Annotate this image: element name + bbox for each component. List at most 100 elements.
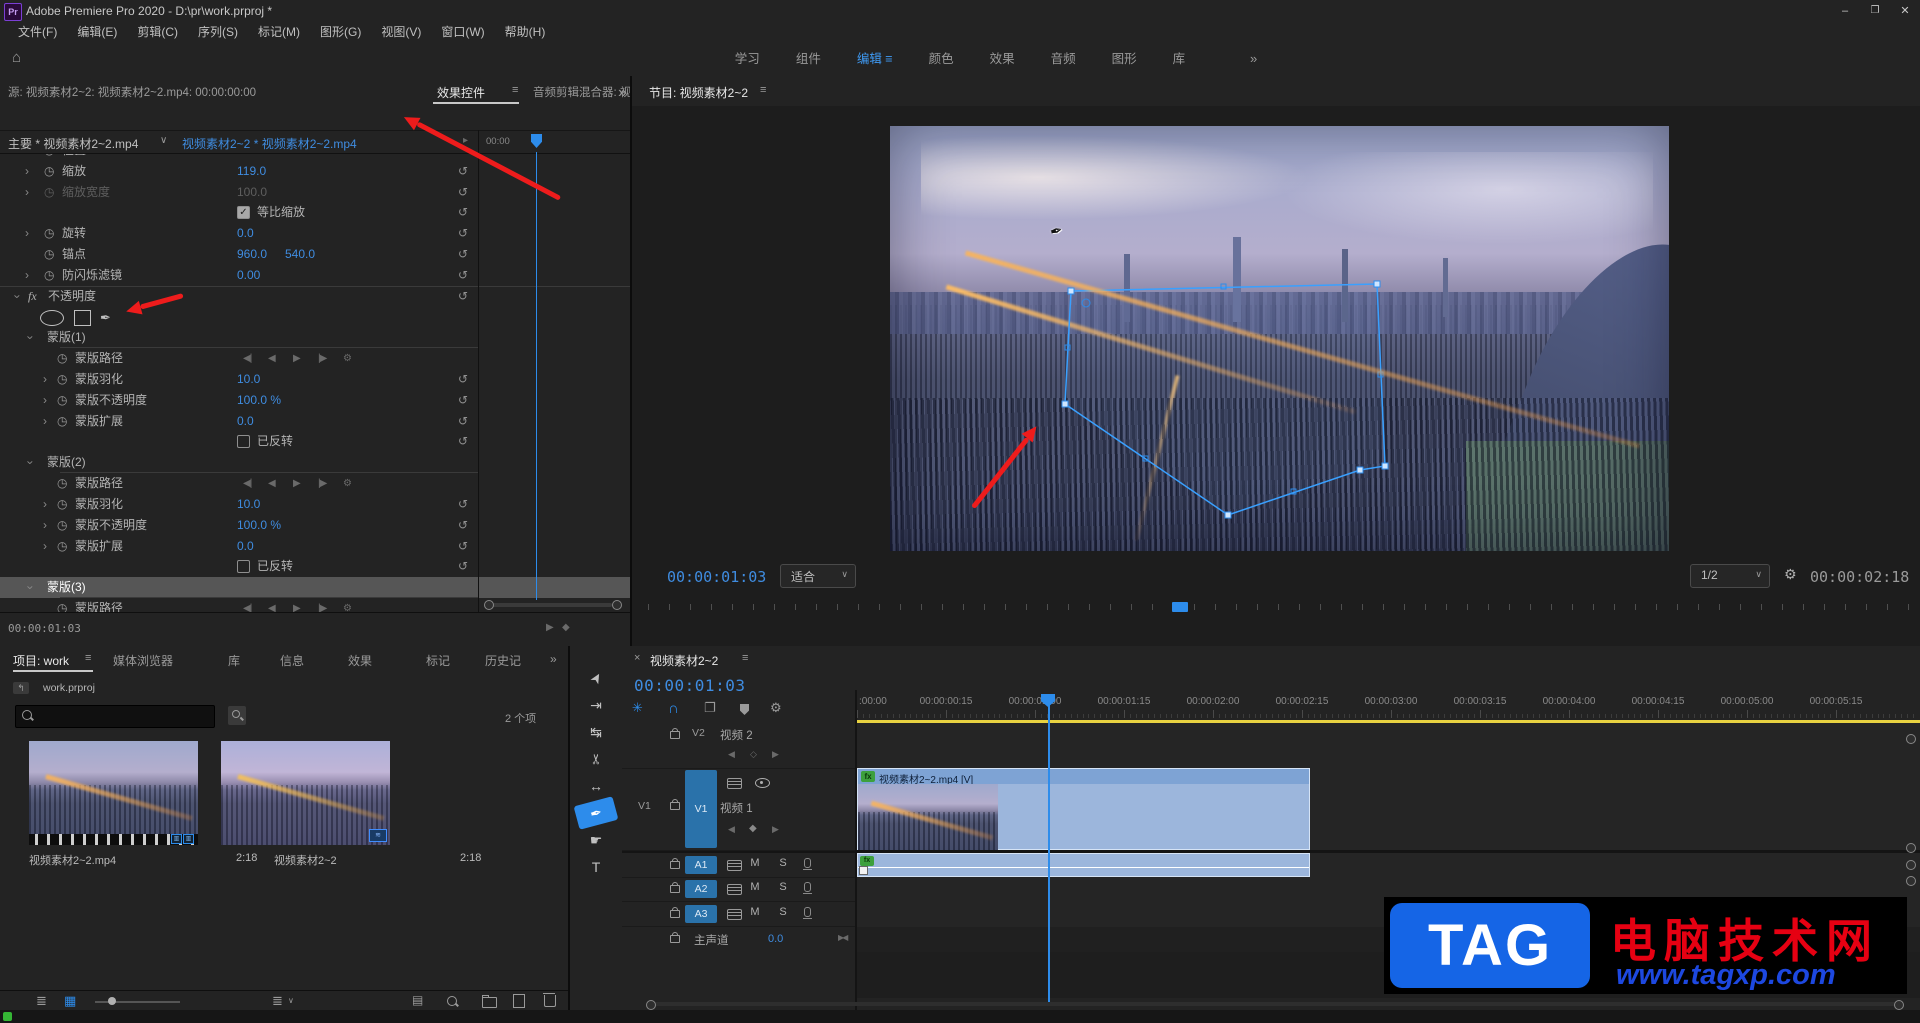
play-around-icon[interactable]: ▶ bbox=[546, 622, 554, 633]
chevron-icon[interactable]: › bbox=[20, 333, 41, 343]
chevron-icon[interactable]: › bbox=[40, 390, 50, 411]
close-icon[interactable]: × bbox=[634, 652, 640, 664]
track-target-a2[interactable]: A2 bbox=[685, 880, 717, 898]
pen-tool[interactable]: ✒ bbox=[574, 796, 619, 830]
pan-icon[interactable]: ▶◀ bbox=[838, 933, 846, 942]
menu-item[interactable]: 图形(G) bbox=[310, 22, 371, 42]
master-clip-label[interactable]: 主要 * 视频素材2~2.mp4 bbox=[8, 135, 138, 152]
track-height-handle[interactable] bbox=[1906, 860, 1916, 870]
nav-next-icon[interactable]: ▶ bbox=[293, 348, 300, 369]
chevron-icon[interactable]: › bbox=[22, 265, 32, 286]
ellipse-mask-icon[interactable] bbox=[40, 310, 64, 326]
chevron-icon[interactable]: › bbox=[40, 536, 50, 557]
timeline-current-timecode[interactable]: 00:00:01:03 bbox=[634, 676, 745, 695]
workspace-tab-图形[interactable]: 图形 bbox=[1094, 42, 1155, 76]
workspace-overflow-icon[interactable]: » bbox=[1250, 51, 1257, 66]
reset-parameter-icon[interactable]: ↺ bbox=[458, 390, 468, 411]
project-tab-信息[interactable]: 信息 bbox=[280, 652, 304, 669]
reset-parameter-icon[interactable]: ↺ bbox=[458, 411, 468, 432]
mute-button[interactable]: M bbox=[747, 857, 763, 869]
project-tab-库[interactable]: 库 bbox=[228, 652, 240, 669]
sync-lock-icon[interactable] bbox=[727, 884, 742, 895]
toggle-track-output-icon[interactable] bbox=[755, 778, 770, 788]
linked-selection-icon[interactable]: ❐ bbox=[704, 700, 716, 716]
add-keyframe-icon[interactable]: ◇ bbox=[750, 749, 757, 760]
checkbox-已反转[interactable] bbox=[237, 560, 250, 573]
parameter-value[interactable]: 0.0 bbox=[237, 411, 254, 432]
minimize-button[interactable]: – bbox=[1830, 0, 1860, 22]
chevron-icon[interactable]: › bbox=[20, 458, 41, 468]
track-header-a1[interactable]: A1MS bbox=[622, 853, 855, 878]
chevron-icon[interactable]: › bbox=[40, 411, 50, 432]
solo-button[interactable]: S bbox=[775, 881, 791, 893]
stopwatch-icon[interactable]: ◷ bbox=[57, 473, 67, 494]
workspace-tab-效果[interactable]: 效果 bbox=[972, 42, 1033, 76]
automate-to-sequence-icon[interactable]: ≣ bbox=[272, 993, 283, 1009]
stopwatch-icon[interactable]: ◷ bbox=[57, 390, 67, 411]
stopwatch-icon[interactable]: ◷ bbox=[57, 536, 67, 557]
next-keyframe-icon[interactable]: ▶ bbox=[772, 824, 779, 835]
sequence-clip-label[interactable]: 视频素材2~2 * 视频素材2~2.mp4 bbox=[182, 135, 357, 152]
snap-icon[interactable]: ∩ bbox=[668, 700, 679, 717]
nav-prev-kf-icon[interactable]: ◀| bbox=[243, 348, 251, 369]
reset-parameter-icon[interactable]: ↺ bbox=[458, 536, 468, 557]
nav-prev-kf-icon[interactable]: ◀| bbox=[243, 473, 251, 494]
mute-button[interactable]: M bbox=[747, 881, 763, 893]
wrench-icon[interactable]: ⚙ bbox=[343, 473, 351, 494]
ecp-hscrollbar[interactable] bbox=[492, 603, 612, 607]
stopwatch-icon[interactable]: ◷ bbox=[44, 223, 54, 244]
track-height-handle[interactable] bbox=[1906, 734, 1916, 744]
reset-parameter-icon[interactable]: ↺ bbox=[458, 161, 468, 182]
list-view-icon[interactable]: ≣ bbox=[36, 993, 47, 1009]
asset-thumbnail[interactable]: ≋ bbox=[221, 741, 390, 845]
volume-rubber-band[interactable] bbox=[858, 867, 1309, 868]
new-item-icon[interactable] bbox=[513, 994, 525, 1008]
checkbox-已反转[interactable] bbox=[237, 435, 250, 448]
stopwatch-icon[interactable]: ◷ bbox=[57, 348, 67, 369]
parameter-value[interactable]: 119.0 bbox=[237, 161, 266, 182]
mic-icon[interactable] bbox=[804, 882, 811, 892]
reset-parameter-icon[interactable]: ↺ bbox=[458, 202, 468, 223]
parameter-value[interactable]: 540.0 bbox=[285, 244, 315, 265]
source-patch-v1[interactable]: V1 bbox=[638, 800, 651, 812]
ecp-hscrollbar-left-handle[interactable] bbox=[484, 600, 494, 610]
new-bin-icon[interactable] bbox=[482, 997, 497, 1008]
close-button[interactable]: ✕ bbox=[1890, 0, 1920, 22]
asset-name[interactable]: 视频素材2~2.mp4 bbox=[29, 852, 116, 868]
program-playhead-marker[interactable] bbox=[1172, 602, 1188, 612]
workspace-tab-颜色[interactable]: 颜色 bbox=[911, 42, 972, 76]
menu-item[interactable]: 剪辑(C) bbox=[127, 22, 188, 42]
nav-prev-icon[interactable]: ◀ bbox=[268, 348, 275, 369]
program-mini-timeline[interactable] bbox=[632, 76, 1920, 646]
wrench-icon[interactable]: ⚙ bbox=[343, 348, 351, 369]
breadcrumb[interactable]: work.prproj bbox=[43, 682, 95, 694]
lock-icon[interactable] bbox=[670, 861, 680, 869]
ecp-playhead-line[interactable] bbox=[536, 152, 537, 600]
toggle-animation-icon[interactable]: ◆ bbox=[562, 622, 570, 633]
reset-parameter-icon[interactable]: ↺ bbox=[458, 265, 468, 286]
stopwatch-icon[interactable]: ◷ bbox=[57, 515, 67, 536]
project-tab-项目: work[interactable]: 项目: work bbox=[13, 652, 69, 669]
nav-next-kf-icon[interactable]: |▶ bbox=[318, 473, 326, 494]
master-level-value[interactable]: 0.0 bbox=[768, 933, 783, 945]
timeline-hscrollbar[interactable] bbox=[652, 1002, 1898, 1006]
stopwatch-icon[interactable]: ◷ bbox=[57, 494, 67, 515]
workspace-tab-学习[interactable]: 学习 bbox=[717, 42, 778, 76]
project-tab-标记[interactable]: 标记 bbox=[426, 652, 450, 669]
menu-item[interactable]: 帮助(H) bbox=[495, 22, 556, 42]
timeline-settings-icon[interactable]: ⚙ bbox=[770, 700, 782, 716]
parameter-value[interactable]: 0.0 bbox=[237, 536, 254, 557]
menu-item[interactable]: 视图(V) bbox=[371, 22, 431, 42]
project-tab-历史记[interactable]: 历史记 bbox=[485, 652, 527, 669]
master-caret-icon[interactable]: ∨ bbox=[160, 135, 167, 146]
timeline-hscrollbar-left-handle[interactable] bbox=[646, 1000, 656, 1010]
lock-icon[interactable] bbox=[670, 731, 680, 739]
razor-tool[interactable]: ✂ bbox=[584, 739, 608, 779]
stopwatch-icon[interactable]: ◷ bbox=[44, 182, 54, 203]
reset-parameter-icon[interactable]: ↺ bbox=[458, 244, 468, 265]
nav-next-kf-icon[interactable]: |▶ bbox=[318, 348, 326, 369]
menu-item[interactable]: 窗口(W) bbox=[431, 22, 494, 42]
track-target-a1[interactable]: A1 bbox=[685, 856, 717, 874]
reset-parameter-icon[interactable]: ↺ bbox=[458, 182, 468, 203]
lock-icon[interactable] bbox=[670, 910, 680, 918]
